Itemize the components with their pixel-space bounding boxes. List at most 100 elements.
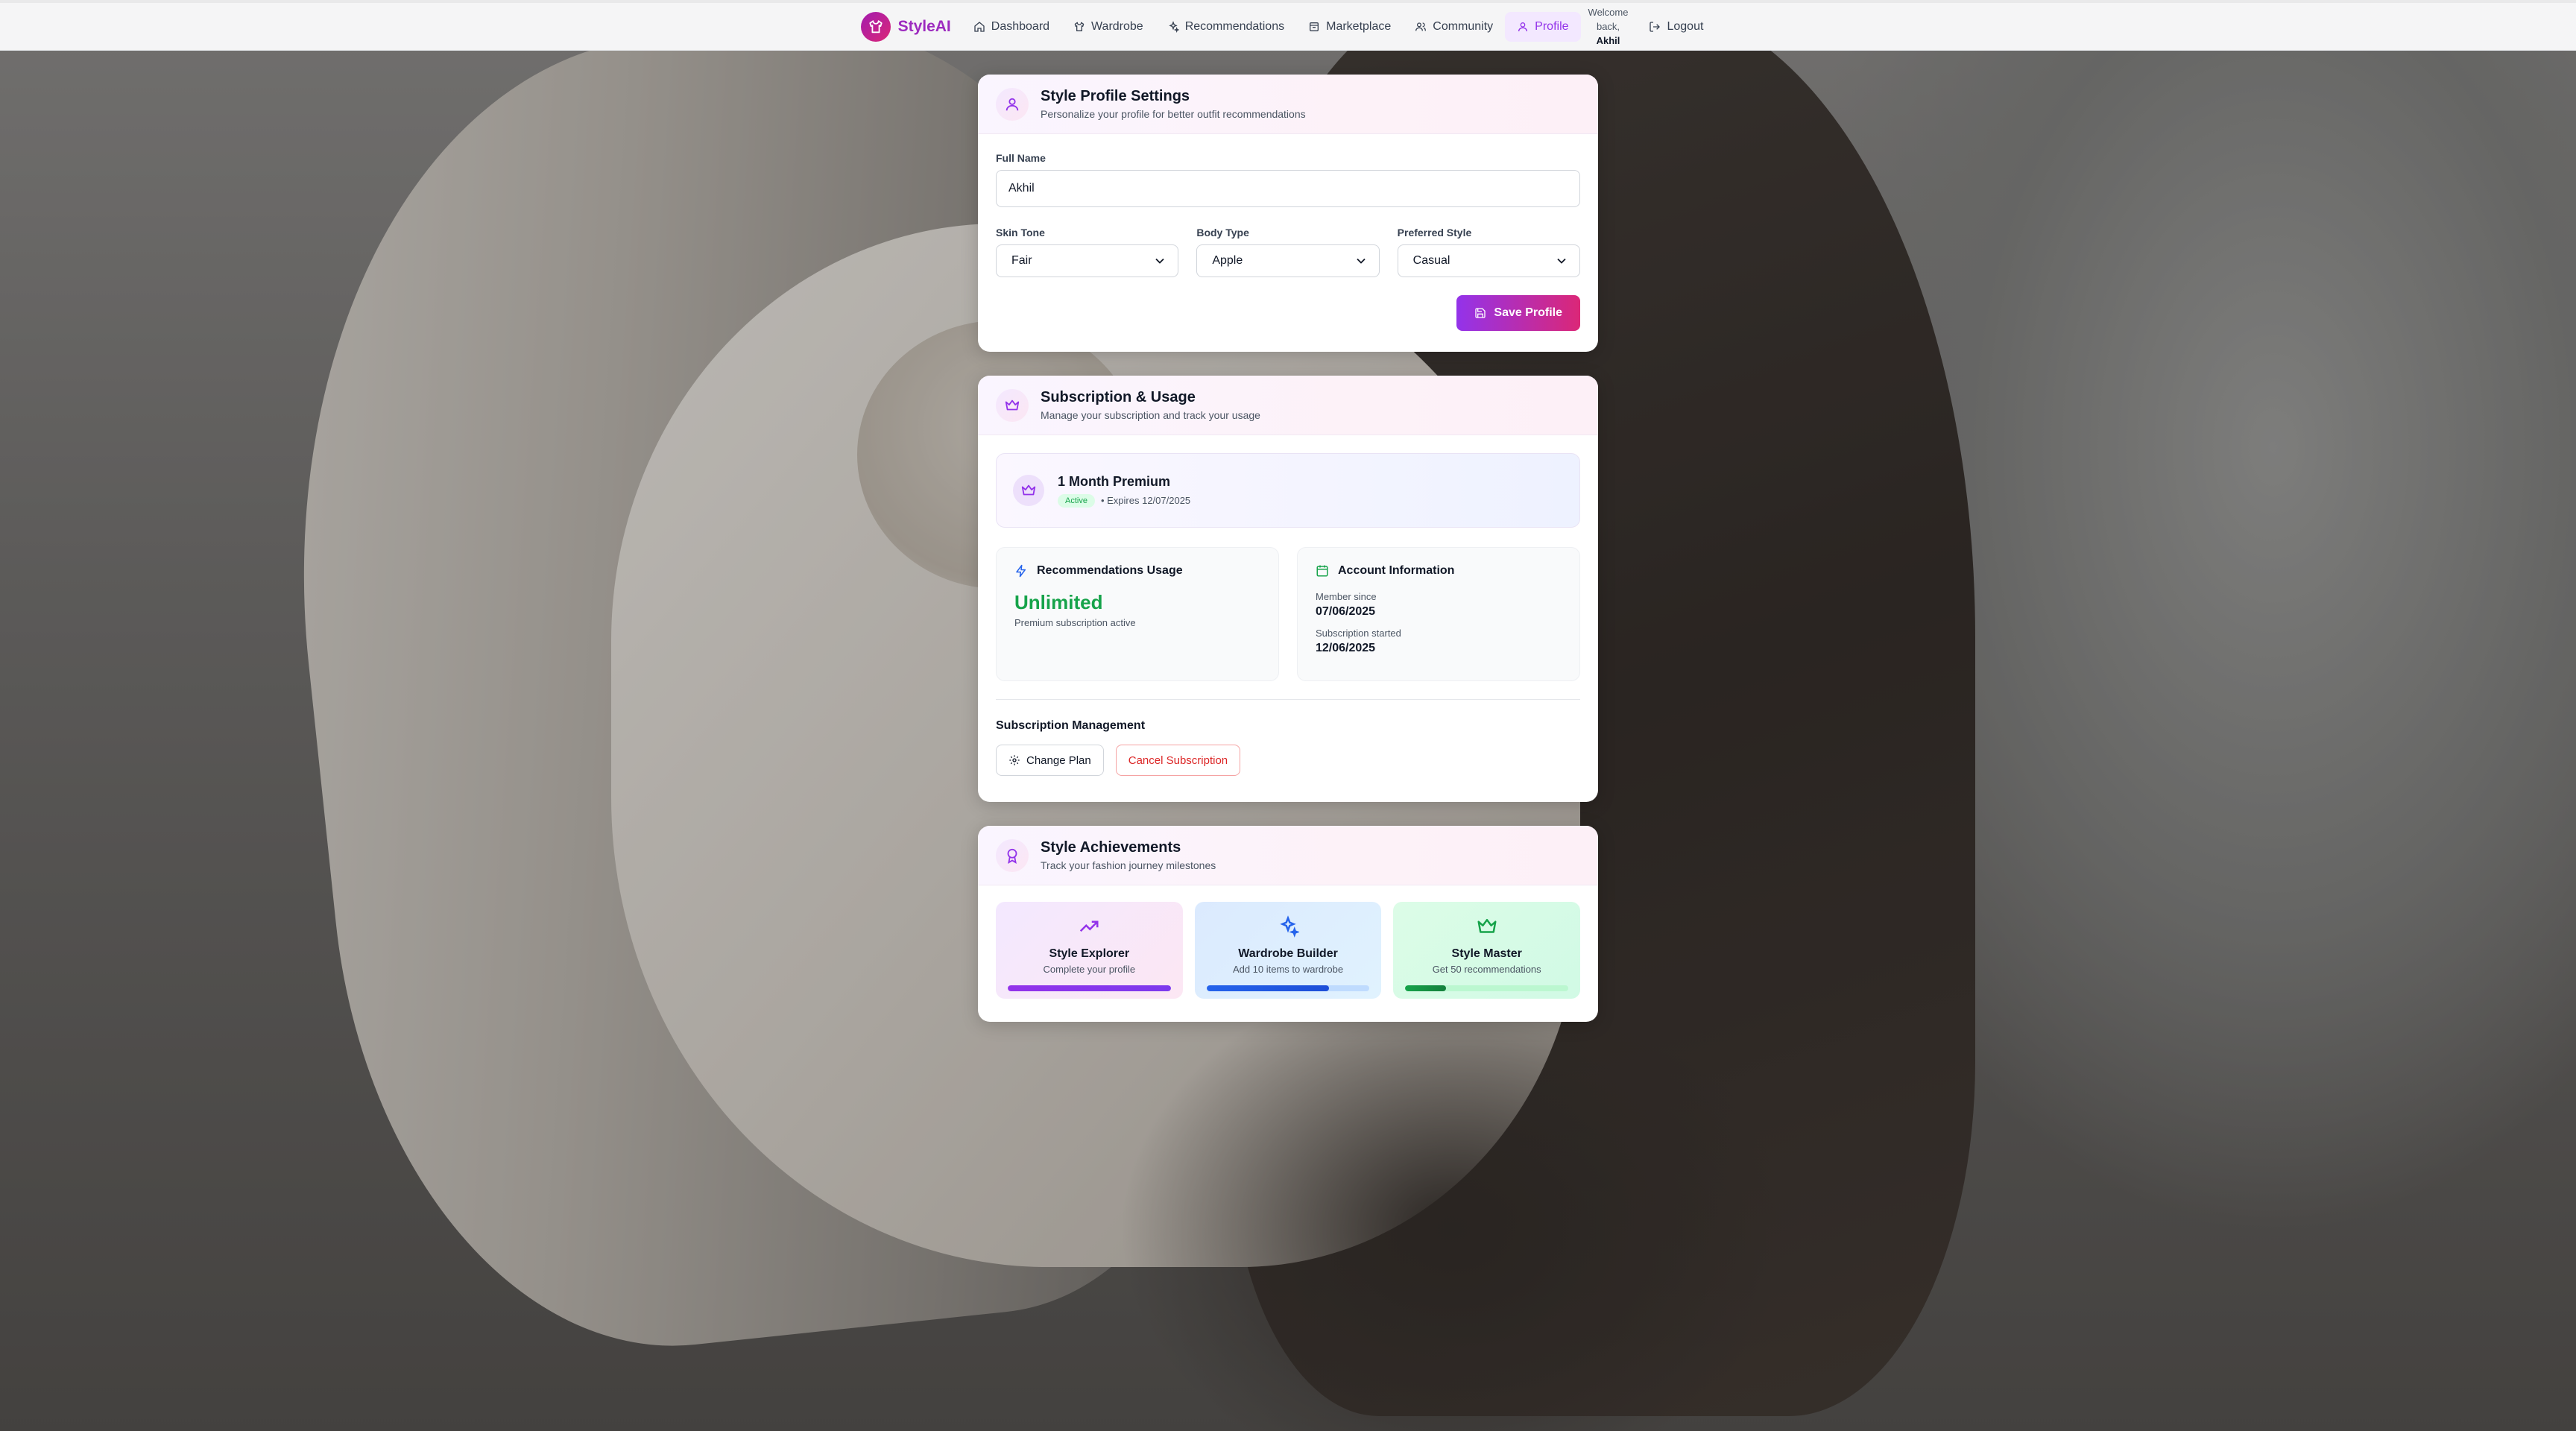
brand[interactable]: StyleAI	[860, 11, 951, 42]
usage-title: Recommendations Usage	[1037, 564, 1183, 577]
progress-bar	[1008, 985, 1171, 991]
status-badge: Active	[1058, 493, 1095, 508]
achievement-title: Style Explorer	[1049, 947, 1130, 960]
progress-bar	[1206, 985, 1370, 991]
nav-label: Marketplace	[1326, 19, 1392, 33]
nav-label: Dashboard	[991, 19, 1050, 33]
card-subtitle: Track your fashion journey milestones	[1041, 859, 1216, 871]
nav-item-dashboard[interactable]: Dashboard	[962, 12, 1061, 42]
member-since-value: 07/06/2025	[1316, 605, 1376, 618]
preferred-style-select[interactable]: Casual	[1397, 244, 1580, 277]
card-header: Style Achievements Track your fashion jo…	[978, 826, 1598, 885]
management-title: Subscription Management	[996, 719, 1146, 732]
nav-label: Recommendations	[1184, 19, 1285, 33]
card-title: Style Profile Settings	[1041, 88, 1190, 104]
nav-item-community[interactable]: Community	[1403, 12, 1505, 42]
progress-fill	[1008, 985, 1171, 991]
account-title: Account Information	[1338, 564, 1455, 577]
achievement-wardrobe-builder: Wardrobe Builder Add 10 items to wardrob…	[1194, 902, 1382, 999]
card-title: Subscription & Usage	[1041, 389, 1196, 405]
welcome-line: back,	[1596, 21, 1620, 32]
nav-item-marketplace[interactable]: Marketplace	[1296, 12, 1403, 42]
skin-tone-select[interactable]: Fair	[996, 244, 1179, 277]
save-icon	[1475, 308, 1486, 318]
achievement-desc: Get 50 recommendations	[1432, 964, 1541, 975]
crown-icon	[996, 388, 1029, 422]
usage-note: Premium subscription active	[1014, 617, 1136, 628]
nav-label: Community	[1433, 19, 1494, 33]
achievement-title: Wardrobe Builder	[1238, 947, 1338, 960]
chevron-down-icon	[1357, 258, 1366, 264]
save-profile-label: Save Profile	[1494, 306, 1562, 319]
achievement-desc: Complete your profile	[1043, 964, 1136, 975]
full-name-input[interactable]	[996, 170, 1580, 207]
store-icon	[1310, 22, 1319, 31]
top-navbar: StyleAI Dashboard Wardrobe Recommendatio…	[0, 3, 2576, 51]
usage-value: Unlimited	[1014, 591, 1103, 613]
shirt-icon	[1074, 22, 1085, 31]
user-icon	[1518, 22, 1528, 31]
award-icon	[996, 838, 1029, 872]
calendar-icon	[1316, 565, 1328, 577]
home-icon	[974, 21, 985, 32]
user-icon	[996, 87, 1029, 121]
subscription-card: Subscription & Usage Manage your subscri…	[978, 376, 1598, 802]
shirt-logo-icon	[860, 11, 891, 42]
member-since-label: Member since	[1316, 591, 1377, 602]
subscription-started-label: Subscription started	[1316, 628, 1401, 639]
save-profile-button[interactable]: Save Profile	[1456, 295, 1580, 331]
gear-icon	[1009, 755, 1020, 765]
body-type-label: Body Type	[1196, 227, 1249, 238]
nav-item-recommendations[interactable]: Recommendations	[1155, 12, 1296, 42]
logout-button[interactable]: Logout	[1637, 12, 1715, 42]
body-type-select[interactable]: Apple	[1196, 244, 1380, 277]
sparkles-icon	[1280, 915, 1301, 938]
full-name-label: Full Name	[996, 152, 1046, 164]
change-plan-button[interactable]: Change Plan	[996, 745, 1104, 776]
nav-item-wardrobe[interactable]: Wardrobe	[1061, 12, 1155, 42]
card-subtitle: Manage your subscription and track your …	[1041, 409, 1260, 421]
crown-icon	[1013, 475, 1044, 506]
card-header: Subscription & Usage Manage your subscri…	[978, 376, 1598, 435]
brand-name: StyleAI	[897, 17, 951, 35]
progress-fill	[1405, 985, 1446, 991]
trending-up-icon	[1080, 920, 1099, 932]
select-value: Apple	[1212, 254, 1243, 267]
usage-box: Recommendations Usage Unlimited Premium …	[996, 547, 1279, 681]
achievement-style-explorer: Style Explorer Complete your profile	[996, 902, 1183, 999]
card-subtitle: Personalize your profile for better outf…	[1041, 108, 1306, 120]
chevron-down-icon	[1155, 258, 1164, 264]
subscription-started-value: 12/06/2025	[1316, 642, 1376, 654]
progress-bar	[1405, 985, 1569, 991]
account-info-box: Account Information Member since 07/06/2…	[1297, 547, 1580, 681]
current-plan-box: 1 Month Premium Active • Expires 12/07/2…	[996, 453, 1580, 528]
achievement-title: Style Master	[1451, 947, 1522, 960]
crown-icon	[1477, 919, 1497, 933]
profile-settings-card: Style Profile Settings Personalize your …	[978, 75, 1598, 352]
nav-label: Wardrobe	[1091, 19, 1143, 33]
welcome-line: Welcome	[1588, 7, 1629, 18]
achievement-desc: Add 10 items to wardrobe	[1232, 964, 1344, 975]
select-value: Casual	[1412, 254, 1450, 267]
users-icon	[1415, 22, 1427, 31]
sparkles-icon	[1169, 20, 1179, 33]
preferred-style-label: Preferred Style	[1397, 227, 1472, 238]
change-plan-label: Change Plan	[1026, 754, 1091, 767]
divider	[996, 699, 1580, 700]
welcome-username: Akhil	[1596, 35, 1620, 46]
select-value: Fair	[1011, 254, 1032, 267]
card-header: Style Profile Settings Personalize your …	[978, 75, 1598, 134]
welcome-text: Welcome back, Akhil	[1588, 5, 1629, 48]
chevron-down-icon	[1557, 258, 1566, 264]
plan-expiry: • Expires 12/07/2025	[1100, 495, 1191, 506]
achievements-card: Style Achievements Track your fashion jo…	[978, 826, 1598, 1022]
nav-item-profile[interactable]: Profile	[1505, 11, 1581, 42]
logout-icon	[1650, 21, 1661, 32]
logout-label: Logout	[1667, 19, 1704, 33]
achievement-style-master: Style Master Get 50 recommendations	[1393, 902, 1581, 999]
skin-tone-label: Skin Tone	[996, 227, 1045, 238]
progress-fill	[1206, 985, 1329, 991]
cancel-subscription-button[interactable]: Cancel Subscription	[1115, 745, 1241, 776]
nav-label: Profile	[1535, 19, 1569, 33]
zap-icon	[1016, 564, 1026, 578]
